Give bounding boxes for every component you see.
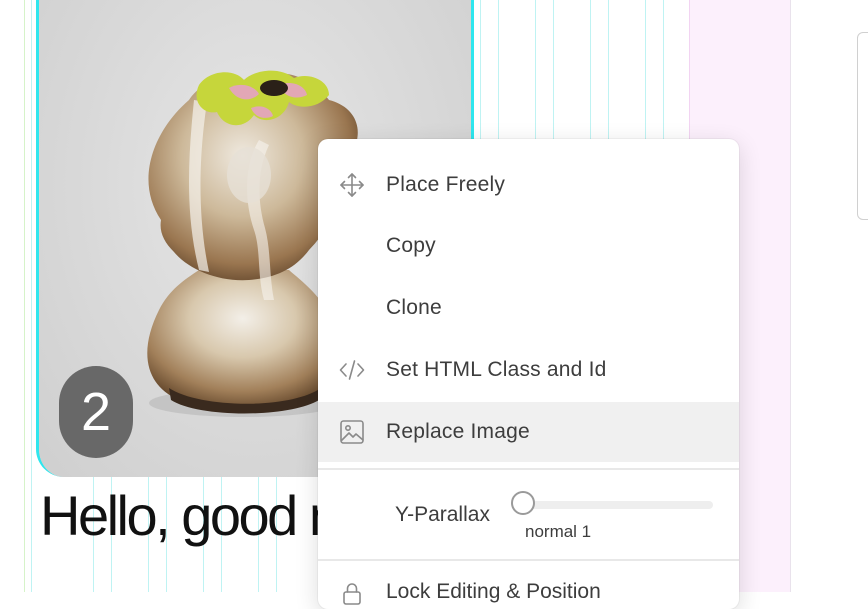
menu-item-label: Place Freely — [386, 173, 506, 196]
image-icon — [339, 419, 365, 445]
page-heading: Hello, good morning! — [40, 484, 509, 547]
menu-item-label: Clone — [386, 296, 442, 319]
context-menu: Place Freely Copy Clone Set HTML Class a… — [318, 139, 739, 609]
y-parallax-slider-thumb[interactable] — [511, 491, 535, 515]
menu-item-copy[interactable]: Copy — [318, 216, 739, 276]
move-arrows-icon — [339, 172, 365, 198]
grid-guide — [24, 0, 25, 592]
menu-item-set-html-class[interactable]: Set HTML Class and Id — [318, 340, 739, 400]
y-parallax-label: Y-Parallax — [395, 503, 490, 526]
menu-divider — [318, 468, 739, 470]
y-parallax-value: normal 1 — [525, 522, 592, 541]
menu-item-label: Set HTML Class and Id — [386, 358, 607, 381]
grid-guide — [31, 0, 32, 592]
code-icon — [339, 357, 365, 383]
menu-item-label: Replace Image — [386, 420, 530, 443]
lock-icon — [339, 581, 365, 607]
menu-item-label: Copy — [386, 234, 436, 257]
menu-item-label: Lock Editing & Position — [386, 580, 601, 603]
menu-item-place-freely[interactable]: Place Freely — [318, 155, 739, 215]
y-parallax-slider-track[interactable] — [518, 501, 713, 509]
menu-item-clone[interactable]: Clone — [318, 278, 739, 338]
menu-item-replace-image[interactable]: Replace Image — [318, 402, 739, 462]
side-panel-tab[interactable] — [857, 32, 868, 220]
slide-number-badge: 2 — [59, 366, 133, 458]
